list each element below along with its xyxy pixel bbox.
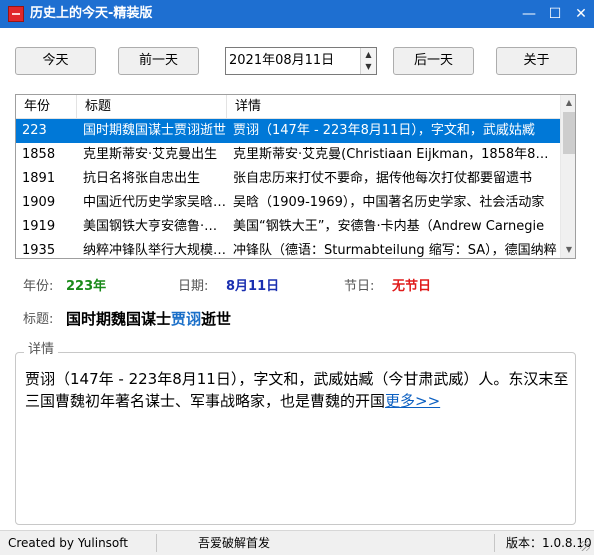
event-title: 国时期魏国谋士贾诩逝世 bbox=[66, 309, 231, 329]
status-version: 版本：1.0.8.10 bbox=[506, 536, 592, 550]
holiday-label: 节日: bbox=[344, 279, 375, 294]
scrollbar-thumb[interactable] bbox=[563, 112, 575, 154]
row-title: 克里斯蒂安·艾克曼出生 bbox=[83, 147, 218, 162]
row-detail: 冲锋队（德语：Sturmabteilung 缩写：SA），德国纳粹 bbox=[233, 243, 557, 258]
status-separator bbox=[156, 534, 157, 552]
previous-day-button[interactable]: 前一天 bbox=[118, 47, 199, 75]
list-row[interactable]: 1891 抗日名将张自忠出生 张自忠历来打仗不要命，据传他每次打仗都要留遗书 bbox=[16, 167, 560, 191]
row-title: 国时期魏国谋士贾诩逝世 bbox=[83, 123, 227, 138]
spin-up-icon[interactable]: ▲ bbox=[361, 49, 376, 61]
scroll-up-icon[interactable]: ▲ bbox=[561, 95, 575, 111]
date-label: 日期: bbox=[178, 279, 209, 294]
spin-down-icon[interactable]: ▼ bbox=[361, 61, 376, 73]
more-link[interactable]: 更多>> bbox=[385, 392, 440, 410]
list-row[interactable]: 1909 中国近代历史学家吴晗出生 吴晗（1909-1969），中国著名历史学家… bbox=[16, 191, 560, 215]
row-detail: 克里斯蒂安·艾克曼(Christiaan Eijkman，1858年8月11日 bbox=[233, 147, 560, 162]
list-row[interactable]: 1919 美国钢铁大亨安德鲁·卡内基逝世 美国“钢铁大王”，安德鲁·卡内基（An… bbox=[16, 215, 560, 239]
app-icon bbox=[8, 6, 24, 22]
column-header-year[interactable]: 年份 bbox=[16, 95, 77, 119]
column-header-title[interactable]: 标题 bbox=[77, 95, 227, 119]
window-title: 历史上的今天-精装版 bbox=[30, 6, 153, 21]
list-header: 年份 标题 详情 bbox=[16, 95, 560, 119]
status-separator bbox=[494, 534, 495, 552]
row-detail: 贾诩（147年 - 223年8月11日），字文和，武威姑臧 bbox=[233, 123, 535, 138]
resize-grip-icon[interactable] bbox=[580, 541, 590, 551]
status-bar: Created by Yulinsoft 吾爱破解首发 版本：1.0.8.10 bbox=[0, 530, 594, 555]
row-detail: 张自忠历来打仗不要命，据传他每次打仗都要留遗书 bbox=[233, 171, 533, 186]
scroll-down-icon[interactable]: ▼ bbox=[561, 242, 575, 258]
title-label: 标题: bbox=[23, 312, 54, 327]
holiday-value: 无节日 bbox=[392, 279, 432, 294]
date-picker-value[interactable]: 2021年08月11日 bbox=[229, 53, 334, 69]
list-row[interactable]: 1935 纳粹冲锋队举行大规模集会 冲锋队（德语：Sturmabteilung … bbox=[16, 239, 560, 258]
date-spinner[interactable]: ▲ ▼ bbox=[360, 48, 376, 74]
column-header-detail[interactable]: 详情 bbox=[227, 95, 560, 119]
next-day-button[interactable]: 后一天 bbox=[393, 47, 474, 75]
event-title-highlight: 贾诩 bbox=[171, 310, 202, 328]
list-scrollbar[interactable]: ▲ ▼ bbox=[560, 95, 575, 258]
list-row[interactable]: 223 国时期魏国谋士贾诩逝世 贾诩（147年 - 223年8月11日），字文和… bbox=[16, 119, 560, 143]
row-year: 1891 bbox=[22, 171, 56, 186]
minimize-button[interactable]: — bbox=[518, 4, 540, 24]
today-button[interactable]: 今天 bbox=[15, 47, 96, 75]
status-release: 吾爱破解首发 bbox=[198, 536, 271, 550]
date-value: 8月11日 bbox=[226, 279, 280, 294]
year-value: 223年 bbox=[66, 279, 107, 294]
row-year: 1858 bbox=[22, 147, 56, 162]
event-title-prefix: 国时期魏国谋士 bbox=[66, 310, 172, 328]
main-window: 历史上的今天-精装版 — ☐ ✕ 今天 前一天 2021年08月11日 ▲ ▼ … bbox=[0, 0, 594, 555]
detail-text: 贾诩（147年 - 223年8月11日），字文和，武威姑臧（今甘肃武威）人。东汉… bbox=[25, 368, 577, 412]
row-detail: 美国“钢铁大王”，安德鲁·卡内基（Andrew Carnegie bbox=[233, 219, 545, 234]
row-title: 纳粹冲锋队举行大规模集会 bbox=[83, 243, 227, 258]
row-year: 1935 bbox=[22, 243, 56, 258]
row-title: 美国钢铁大亨安德鲁·卡内基逝世 bbox=[83, 219, 227, 234]
list-row[interactable]: 1858 克里斯蒂安·艾克曼出生 克里斯蒂安·艾克曼(Christiaan Ei… bbox=[16, 143, 560, 167]
row-year: 1919 bbox=[22, 219, 56, 234]
date-picker[interactable]: 2021年08月11日 ▲ ▼ bbox=[225, 47, 377, 75]
detail-body: 贾诩（147年 - 223年8月11日），字文和，武威姑臧（今甘肃武威）人。东汉… bbox=[25, 370, 569, 410]
row-title: 抗日名将张自忠出生 bbox=[83, 171, 201, 186]
row-title: 中国近代历史学家吴晗出生 bbox=[83, 195, 227, 210]
status-author: Created by Yulinsoft bbox=[8, 536, 128, 550]
close-button[interactable]: ✕ bbox=[570, 4, 592, 24]
maximize-button[interactable]: ☐ bbox=[544, 4, 566, 24]
events-list[interactable]: 年份 标题 详情 223 国时期魏国谋士贾诩逝世 贾诩（147年 - 223年8… bbox=[15, 94, 576, 259]
row-year: 223 bbox=[22, 123, 47, 138]
event-title-suffix: 逝世 bbox=[201, 310, 232, 328]
year-label: 年份: bbox=[23, 279, 54, 294]
row-detail: 吴晗（1909-1969），中国著名历史学家、社会活动家 bbox=[233, 195, 545, 210]
about-button[interactable]: 关于 bbox=[496, 47, 577, 75]
detail-legend: 详情 bbox=[24, 342, 59, 358]
row-year: 1909 bbox=[22, 195, 56, 210]
title-bar[interactable]: 历史上的今天-精装版 — ☐ ✕ bbox=[0, 0, 594, 28]
